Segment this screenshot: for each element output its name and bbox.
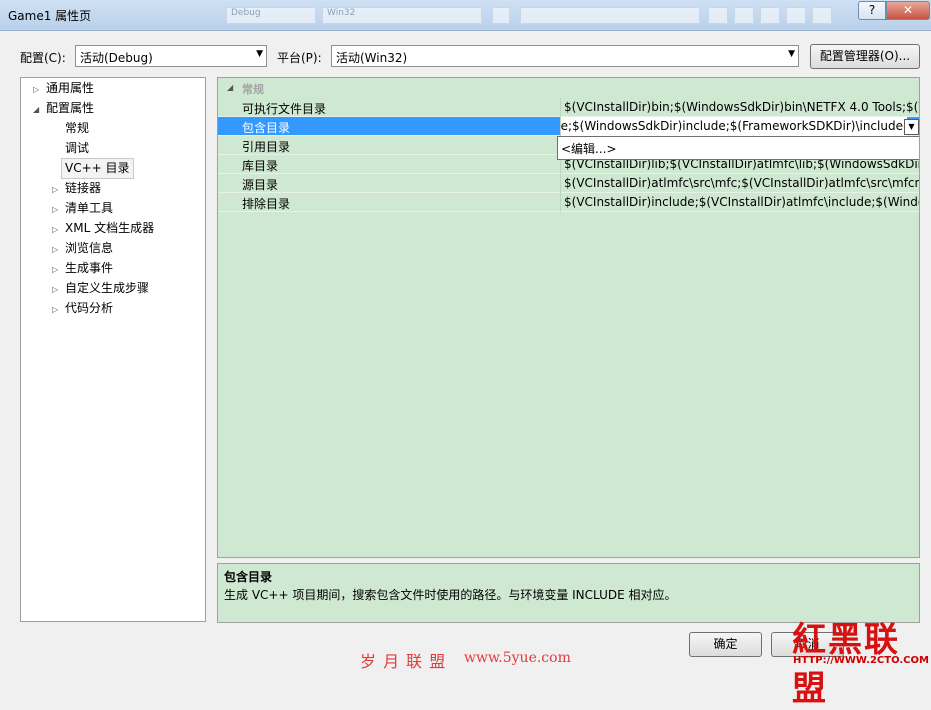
tree-node-browse-information[interactable]: ▷ 浏览信息 (21, 239, 205, 258)
include-dirs-edit-field[interactable]: $(VCInstallDir)include;$(WindowsSdkDir)i… (560, 117, 907, 136)
background-toolbar-icon-5 (786, 7, 806, 24)
description-text: 生成 VC++ 项目期间，搜索包含文件时使用的路径。与环境变量 INCLUDE … (224, 588, 677, 602)
include-dirs-edit-text: $(VCInstallDir)include;$(WindowsSdkDir)i… (560, 119, 907, 133)
tree-node-common-properties[interactable]: ▷ 通用属性 (21, 79, 205, 98)
tree-node-label: VC++ 目录 (65, 161, 130, 175)
background-toolbar-icon-2 (708, 7, 728, 24)
tree-node-config-properties[interactable]: ◢ 配置属性 (21, 99, 205, 118)
close-icon: ✕ (902, 3, 914, 17)
close-button[interactable]: ✕ (886, 1, 930, 20)
config-manager-button[interactable]: 配置管理器(O)... (810, 44, 920, 69)
platform-combo[interactable]: 活动(Win32) ▼ (331, 45, 799, 67)
background-toolbar-icon-4 (760, 7, 780, 24)
tree-node-label: 调试 (65, 141, 90, 155)
dropdown-list: <编辑...> (557, 136, 919, 160)
collapse-icon[interactable]: ◢ (227, 83, 233, 92)
tree-node-vc-directories[interactable]: VC++ 目录 (61, 158, 134, 179)
background-toolbar-combo-2: Win32 (322, 7, 482, 24)
tree-node-label: 通用属性 (46, 81, 95, 95)
watermark-site-url: www.5yue.com (464, 650, 571, 666)
dropdown-item-edit[interactable]: <编辑...> (561, 140, 617, 157)
chevron-down-icon: ▼ (256, 49, 263, 59)
tree-node-build-events[interactable]: ▷ 生成事件 (21, 259, 205, 278)
tree-node-code-analysis[interactable]: ▷ 代码分析 (21, 299, 205, 318)
config-label: 配置(C): (20, 51, 66, 65)
watermark-brand-url: HTTP://WWW.2CTO.COM (793, 655, 929, 666)
property-row-source-dirs[interactable]: 源目录 $(VCInstallDir)atlmfc\src\mfc;$(VCIn… (218, 174, 919, 193)
tree-node-label: 自定义生成步骤 (65, 281, 150, 295)
property-value[interactable]: $(VCInstallDir)bin;$(WindowsSdkDir)bin\N… (560, 98, 919, 117)
category-general[interactable]: ◢ 常规 (218, 79, 919, 97)
title-bar: Game1 属性页 Debug Win32 ? ✕ (0, 0, 931, 31)
tree-node-label: 常规 (65, 121, 90, 135)
property-name: 排除目录 (242, 197, 291, 211)
dropdown-button[interactable]: ▼ (904, 119, 919, 135)
platform-combo-value: 活动(Win32) (336, 51, 408, 65)
tree-node-linker[interactable]: ▷ 链接器 (21, 179, 205, 198)
background-toolbar-icon (492, 7, 510, 24)
tree-node-manifest-tool[interactable]: ▷ 清单工具 (21, 199, 205, 218)
tree-node-xml-doc-generator[interactable]: ▷ XML 文档生成器 (21, 219, 205, 238)
property-name: 包含目录 (242, 121, 291, 135)
property-row-include-dirs[interactable]: 包含目录 $(VCInstallDir)include;$(WindowsSdk… (218, 117, 919, 136)
help-button[interactable]: ? (858, 1, 886, 20)
platform-label: 平台(P): (277, 51, 322, 65)
chevron-down-icon: ▼ (908, 122, 915, 131)
collapse-icon[interactable]: ◢ (33, 100, 39, 119)
watermark-site-name: 岁 月 联 盟 (360, 652, 447, 671)
tree-node-label: 浏览信息 (65, 241, 114, 255)
window-title: Game1 属性页 (8, 9, 92, 23)
property-row-executable-dirs[interactable]: 可执行文件目录 $(VCInstallDir)bin;$(WindowsSdkD… (218, 98, 919, 117)
tree-node-debugging[interactable]: 调试 (65, 139, 89, 158)
tree-node-label: 配置属性 (46, 101, 95, 115)
property-row-exclude-dirs[interactable]: 排除目录 $(VCInstallDir)include;$(VCInstallD… (218, 193, 919, 212)
tree-node-label: XML 文档生成器 (65, 221, 155, 235)
ok-button[interactable]: 确定 (689, 632, 762, 657)
tree-node-label: 代码分析 (65, 301, 114, 315)
description-title: 包含目录 (224, 570, 273, 584)
expand-icon[interactable]: ▷ (52, 300, 58, 319)
background-toolbar-icon-3 (734, 7, 754, 24)
property-value[interactable]: $(VCInstallDir)include;$(VCInstallDir)at… (560, 193, 919, 212)
chevron-down-icon: ▼ (788, 49, 795, 59)
tree-node-label: 清单工具 (65, 201, 114, 215)
property-name: 源目录 (242, 178, 279, 192)
config-combo[interactable]: 活动(Debug) ▼ (75, 45, 267, 67)
config-combo-value: 活动(Debug) (80, 51, 153, 65)
category-label: 常规 (242, 83, 264, 96)
property-name: 引用目录 (242, 140, 291, 154)
background-toolbar-field-1 (520, 7, 700, 24)
tree-node-custom-build-step[interactable]: ▷ 自定义生成步骤 (21, 279, 205, 298)
expand-icon[interactable]: ▷ (52, 200, 58, 219)
property-name: 库目录 (242, 159, 279, 173)
tree-node-label: 链接器 (65, 181, 102, 195)
expand-icon[interactable]: ▷ (52, 240, 58, 259)
property-name: 可执行文件目录 (242, 102, 327, 116)
expand-icon[interactable]: ▷ (52, 280, 58, 299)
background-toolbar-icon-6 (812, 7, 832, 24)
property-grid[interactable]: ◢ 常规 可执行文件目录 $(VCInstallDir)bin;$(Window… (217, 77, 920, 558)
expand-icon[interactable]: ▷ (33, 80, 39, 99)
property-value[interactable]: $(VCInstallDir)atlmfc\src\mfc;$(VCInstal… (560, 174, 919, 193)
tree-node-label: 生成事件 (65, 261, 114, 275)
background-toolbar-combo-1: Debug (226, 7, 316, 24)
tree-node-general[interactable]: 常规 (65, 119, 89, 138)
expand-icon[interactable]: ▷ (52, 260, 58, 279)
property-tree[interactable]: ▷ 通用属性 ◢ 配置属性 常规 调试 VC++ 目录 ▷ 链接器 ▷ 清单工具… (20, 77, 206, 622)
expand-icon[interactable]: ▷ (52, 220, 58, 239)
expand-icon[interactable]: ▷ (52, 180, 58, 199)
